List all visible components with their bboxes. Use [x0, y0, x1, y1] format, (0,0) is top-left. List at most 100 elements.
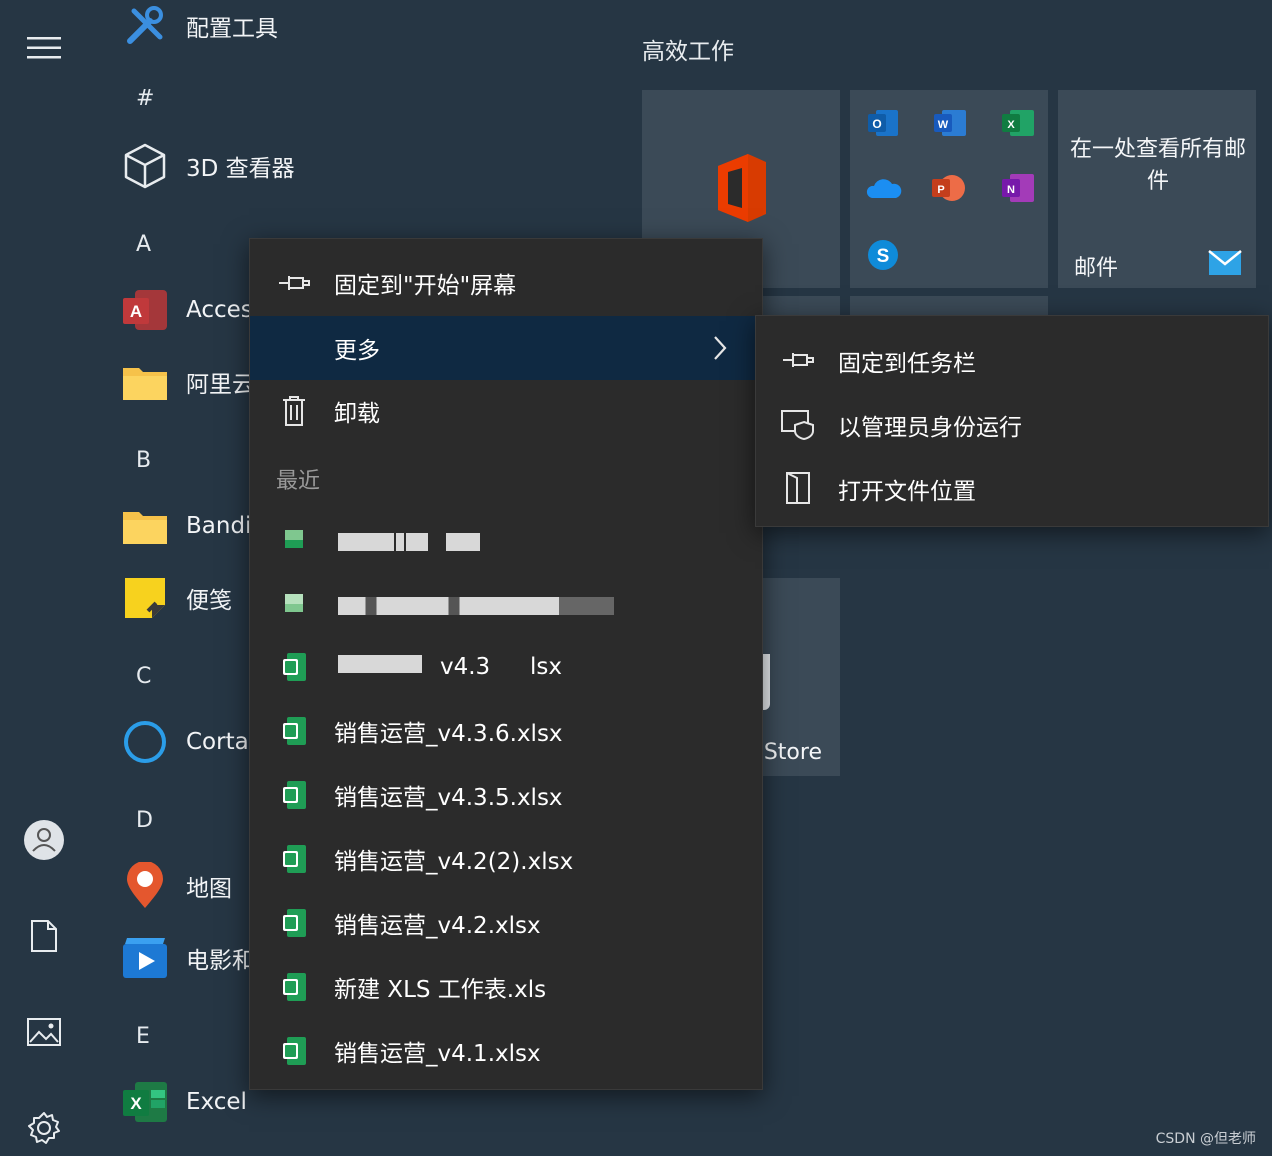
svg-text:S: S — [877, 246, 890, 267]
recent-file-label: 销售运营_v4.2.xlsx — [334, 913, 541, 939]
pin-to-taskbar-menu-item[interactable]: 固定到任务栏 — [756, 328, 1268, 392]
recent-file-item-redacted[interactable] — [250, 507, 762, 571]
app-item-3d-viewer[interactable]: 3D 查看器 — [120, 140, 295, 192]
office-apps-folder-tile[interactable]: O W X P N S — [850, 90, 1048, 288]
svg-text:O: O — [872, 117, 881, 131]
svg-text:N: N — [1007, 184, 1015, 196]
user-account-icon[interactable] — [22, 818, 66, 862]
maps-pin-icon — [120, 861, 170, 911]
recent-file-label: 销售运营_v4.2(2).xlsx — [334, 849, 574, 875]
app-label: 便笺 — [186, 588, 232, 614]
chevron-right-icon — [712, 334, 728, 366]
menu-item-label: 固定到任务栏 — [838, 351, 976, 377]
mail-tile-text: 在一处查看所有邮件 — [1070, 137, 1247, 194]
more-menu-item[interactable]: 更多 — [250, 316, 762, 380]
recent-file-label: 新建 XLS 工作表.xls — [334, 977, 547, 1003]
excel-file-icon — [276, 969, 312, 1005]
open-file-location-menu-item[interactable]: 打开文件位置 — [756, 456, 1268, 520]
redacted-text — [338, 595, 616, 615]
hamburger-menu-icon[interactable] — [22, 26, 66, 70]
app-label: Corta — [186, 729, 249, 755]
onedrive-icon — [866, 176, 902, 204]
excel-file-icon — [276, 1033, 312, 1069]
admin-shield-icon — [780, 406, 816, 442]
app-item-access[interactable]: A Acces — [120, 284, 253, 336]
recent-section-header: 最近 — [276, 469, 321, 494]
app-label: Excel — [186, 1089, 247, 1115]
uninstall-menu-item[interactable]: 卸载 — [250, 379, 762, 443]
recent-file-suffix: lsx — [530, 654, 562, 680]
movies-icon — [120, 933, 170, 983]
pictures-icon[interactable] — [22, 1010, 66, 1054]
app-item-excel[interactable]: X Excel — [120, 1076, 247, 1128]
settings-gear-icon[interactable] — [22, 1106, 66, 1150]
office-icon — [712, 152, 770, 228]
recent-file-label: 销售运营_v4.3.5.xlsx — [334, 785, 563, 811]
sticky-notes-icon — [120, 573, 170, 623]
watermark: CSDN @但老师 — [1155, 1131, 1256, 1147]
access-icon: A — [120, 285, 170, 335]
recent-file-item[interactable]: 销售运营_v4.2(2).xlsx — [250, 827, 762, 891]
excel-file-icon — [276, 841, 312, 877]
group-letter[interactable]: B — [136, 448, 151, 473]
app-item-aliyun[interactable]: 阿里云 — [120, 356, 255, 408]
recent-file-item[interactable]: 销售运营_v4.1.xlsx — [250, 1019, 762, 1083]
document-icon[interactable] — [22, 914, 66, 958]
recent-file-item[interactable]: 新建 XLS 工作表.xls — [250, 955, 762, 1019]
3d-cube-icon — [120, 141, 170, 191]
mail-tile-label: 邮件 — [1074, 256, 1119, 281]
recent-file-item[interactable]: 销售运营_v4.2.xlsx — [250, 891, 762, 955]
menu-item-label: 以管理员身份运行 — [838, 415, 1022, 441]
outlook-icon: O — [866, 108, 898, 142]
excel-file-icon — [276, 713, 312, 749]
word-icon: W — [932, 108, 966, 142]
group-letter[interactable]: E — [136, 1024, 150, 1049]
excel-small-icon: X — [1000, 108, 1034, 142]
app-item-bandi[interactable]: Bandi — [120, 500, 251, 552]
svg-text:X: X — [130, 1094, 142, 1113]
cortana-icon — [120, 717, 170, 767]
mail-envelope-icon — [1208, 250, 1242, 280]
onenote-icon: N — [1000, 172, 1034, 208]
app-item-sticky-notes[interactable]: 便笺 — [120, 572, 232, 624]
mail-tile[interactable]: 在一处查看所有邮件 邮件 — [1058, 90, 1256, 288]
excel-file-icon — [276, 585, 312, 621]
group-letter[interactable]: # — [136, 86, 154, 111]
tile-group-title[interactable]: 高效工作 — [642, 32, 734, 66]
redacted-text — [338, 531, 482, 551]
trash-icon — [276, 393, 312, 429]
app-label: 3D 查看器 — [186, 156, 295, 182]
recent-file-item-redacted[interactable] — [250, 571, 762, 635]
recent-file-label: 销售运营_v4.3.6.xlsx — [334, 721, 563, 747]
svg-text:X: X — [1007, 119, 1015, 131]
group-letter[interactable]: A — [136, 232, 151, 257]
app-item-cortana[interactable]: Corta — [120, 716, 249, 768]
app-label: 地图 — [186, 876, 232, 902]
recent-file-item[interactable]: 销售运营_v4.3.6.xlsx — [250, 699, 762, 763]
pin-icon — [780, 342, 816, 378]
svg-text:A: A — [130, 302, 142, 321]
recent-file-label: v4.3 — [440, 654, 491, 680]
recent-file-label: 销售运营_v4.1.xlsx — [334, 1041, 541, 1067]
group-letter[interactable]: D — [136, 808, 153, 833]
app-item-movies[interactable]: 电影和 — [120, 932, 255, 984]
excel-file-icon — [276, 777, 312, 813]
app-label: 配置工具 — [186, 16, 278, 42]
app-label: Bandi — [186, 513, 252, 539]
menu-item-label: 固定到"开始"屏幕 — [334, 273, 517, 299]
app-item-maps[interactable]: 地图 — [120, 860, 232, 912]
svg-text:P: P — [937, 184, 944, 196]
recent-file-item[interactable]: 销售运营_v4.3.5.xlsx — [250, 763, 762, 827]
excel-icon: X — [120, 1077, 170, 1127]
run-as-admin-menu-item[interactable]: 以管理员身份运行 — [756, 392, 1268, 456]
excel-file-icon — [276, 905, 312, 941]
recent-file-item[interactable]: v4.3 lsx — [250, 635, 762, 699]
app-label: 阿里云 — [186, 372, 255, 398]
redacted-text — [338, 653, 424, 673]
app-item-config-tool[interactable]: 配置工具 — [120, 0, 278, 52]
pin-to-start-menu-item[interactable]: 固定到"开始"屏幕 — [250, 251, 762, 315]
skype-icon: S — [866, 238, 900, 276]
app-label: 电影和 — [186, 948, 255, 974]
group-letter[interactable]: C — [136, 664, 151, 689]
folder-icon — [120, 501, 170, 551]
